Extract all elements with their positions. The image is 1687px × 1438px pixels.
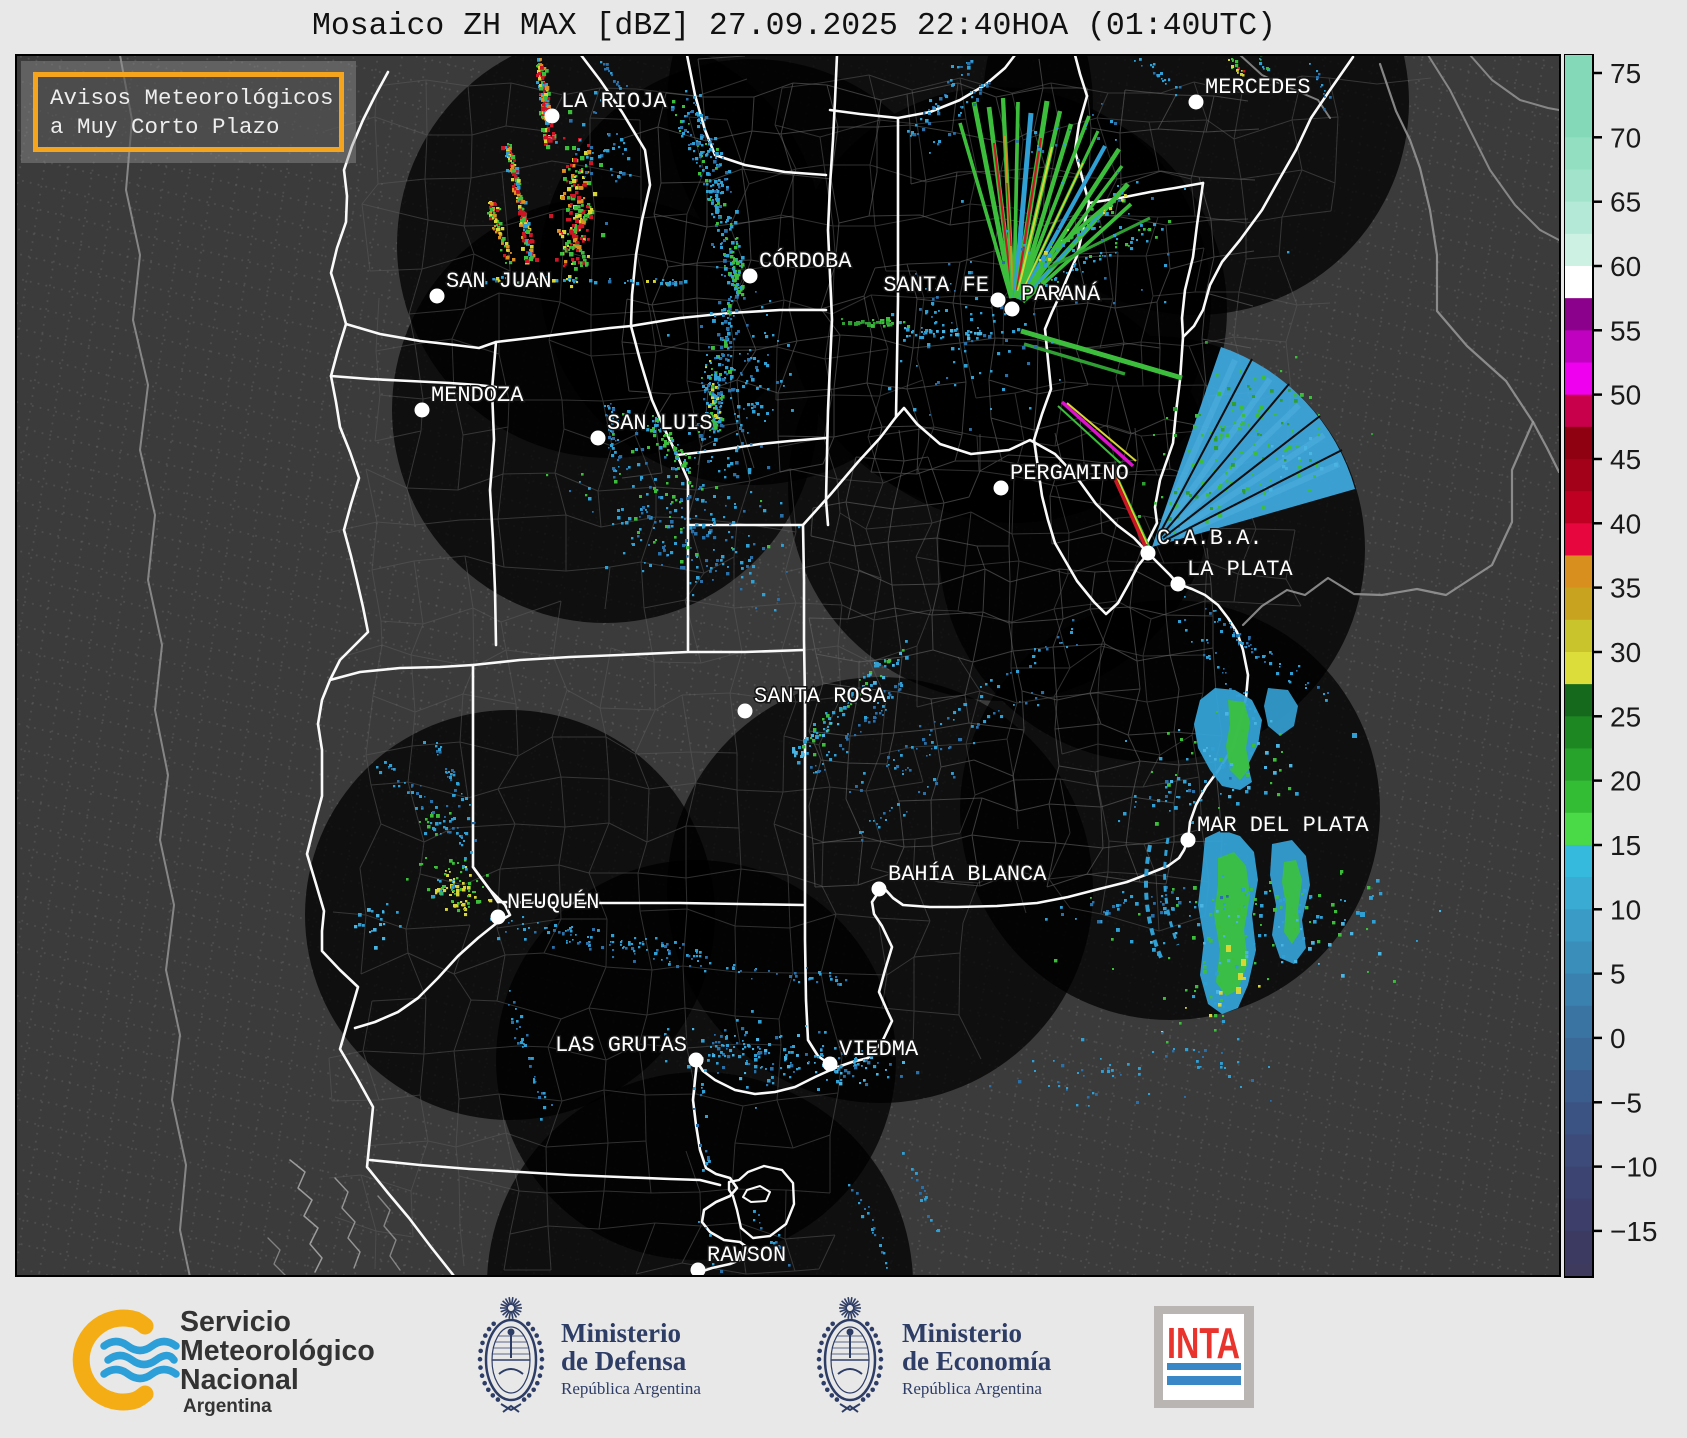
- svg-text:Servicio: Servicio: [180, 1306, 291, 1338]
- svg-text:INTA: INTA: [1167, 1319, 1240, 1368]
- svg-text:SANTA FE: SANTA FE: [883, 273, 989, 298]
- svg-text:75: 75: [1610, 58, 1641, 89]
- svg-text:LA RIOJA: LA RIOJA: [561, 89, 667, 114]
- svg-text:70: 70: [1610, 122, 1641, 153]
- svg-text:−10: −10: [1610, 1152, 1658, 1183]
- svg-text:65: 65: [1610, 187, 1641, 218]
- svg-text:0: 0: [1610, 1023, 1626, 1054]
- svg-text:C.A.B.A.: C.A.B.A.: [1157, 526, 1263, 551]
- svg-text:30: 30: [1610, 637, 1641, 668]
- svg-text:República Argentina: República Argentina: [902, 1379, 1042, 1398]
- svg-text:−15: −15: [1610, 1216, 1658, 1247]
- svg-text:Nacional: Nacional: [180, 1364, 299, 1396]
- svg-text:PARANÁ: PARANÁ: [1021, 281, 1101, 307]
- svg-text:SAN LUIS: SAN LUIS: [607, 411, 713, 436]
- svg-text:40: 40: [1610, 508, 1641, 539]
- svg-text:55: 55: [1610, 315, 1641, 346]
- svg-text:LA PLATA: LA PLATA: [1187, 557, 1293, 582]
- svg-text:MAR DEL PLATA: MAR DEL PLATA: [1197, 813, 1369, 838]
- svg-text:10: 10: [1610, 894, 1641, 925]
- svg-text:SAN JUAN: SAN JUAN: [446, 269, 552, 294]
- svg-text:NEUQUÉN: NEUQUÉN: [507, 889, 599, 915]
- svg-text:−5: −5: [1610, 1087, 1642, 1118]
- svg-text:SANTA ROSA: SANTA ROSA: [754, 684, 887, 709]
- svg-text:CÓRDOBA: CÓRDOBA: [759, 248, 852, 274]
- svg-text:15: 15: [1610, 830, 1641, 861]
- svg-text:Ministerio: Ministerio: [561, 1318, 681, 1348]
- svg-text:5: 5: [1610, 959, 1626, 990]
- svg-text:60: 60: [1610, 251, 1641, 282]
- svg-text:de Economía: de Economía: [902, 1346, 1052, 1376]
- svg-text:50: 50: [1610, 380, 1641, 411]
- svg-text:35: 35: [1610, 573, 1641, 604]
- svg-text:MENDOZA: MENDOZA: [431, 383, 524, 408]
- svg-text:MERCEDES: MERCEDES: [1205, 75, 1311, 100]
- svg-text:Ministerio: Ministerio: [902, 1318, 1022, 1348]
- svg-text:20: 20: [1610, 766, 1641, 797]
- svg-text:RAWSON: RAWSON: [707, 1243, 786, 1268]
- svg-text:VIEDMA: VIEDMA: [839, 1037, 919, 1062]
- svg-text:República Argentina: República Argentina: [561, 1379, 701, 1398]
- svg-text:Meteorológico: Meteorológico: [180, 1335, 375, 1367]
- svg-text:LAS GRUTAS: LAS GRUTAS: [555, 1033, 687, 1058]
- svg-text:Argentina: Argentina: [183, 1396, 272, 1417]
- svg-text:BAHÍA BLANCA: BAHÍA BLANCA: [888, 861, 1047, 887]
- svg-text:PERGAMINO: PERGAMINO: [1010, 461, 1129, 486]
- svg-text:45: 45: [1610, 444, 1641, 475]
- svg-text:25: 25: [1610, 701, 1641, 732]
- svg-text:de Defensa: de Defensa: [561, 1346, 687, 1376]
